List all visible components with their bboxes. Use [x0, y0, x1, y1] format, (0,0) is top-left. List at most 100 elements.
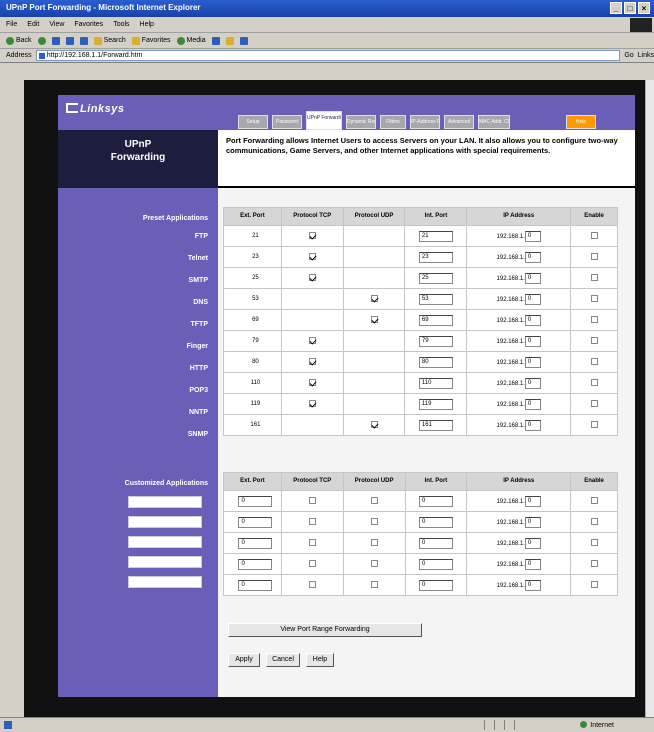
custom-app-name-input[interactable]	[128, 536, 202, 548]
tcp-checkbox[interactable]	[308, 517, 316, 525]
mail-button[interactable]	[225, 36, 234, 45]
ip-last-octet-input[interactable]: 0	[524, 293, 541, 305]
udp-checkbox[interactable]	[370, 538, 378, 546]
view-port-range-forwarding-button[interactable]: View Port Range Forwarding	[228, 623, 422, 637]
maximize-button[interactable]: □	[624, 2, 636, 14]
tcp-checkbox[interactable]	[308, 559, 316, 567]
int-port-input[interactable]: 110	[418, 377, 453, 389]
tab-ip-filter[interactable]: IP-Address Filter	[410, 115, 440, 129]
help-button[interactable]: Help	[306, 653, 334, 667]
menu-file[interactable]: File	[6, 21, 17, 28]
ip-last-octet-input[interactable]: 0	[524, 579, 541, 591]
tcp-checkbox[interactable]	[308, 399, 316, 407]
tab-mac-clone[interactable]: MAC Addr. Clone	[478, 115, 510, 129]
ip-last-octet-input[interactable]: 0	[524, 558, 541, 570]
enable-checkbox[interactable]	[590, 517, 598, 525]
tab-password[interactable]: Password	[272, 115, 302, 129]
vertical-scrollbar[interactable]	[645, 80, 654, 717]
ip-last-octet-input[interactable]: 0	[524, 230, 541, 242]
ip-last-octet-input[interactable]: 0	[524, 419, 541, 431]
udp-checkbox[interactable]	[370, 315, 378, 323]
udp-checkbox[interactable]	[370, 559, 378, 567]
ip-last-octet-input[interactable]: 0	[524, 335, 541, 347]
ext-port-input[interactable]: 0	[238, 558, 273, 570]
tab-advanced[interactable]: Advanced	[444, 115, 474, 129]
udp-checkbox[interactable]	[370, 420, 378, 428]
enable-checkbox[interactable]	[590, 399, 598, 407]
ip-last-octet-input[interactable]: 0	[524, 398, 541, 410]
tcp-checkbox[interactable]	[308, 538, 316, 546]
tab-upnp-forwarding[interactable]: UPnP Forwarding	[306, 111, 342, 130]
ip-last-octet-input[interactable]: 0	[524, 377, 541, 389]
cancel-button[interactable]: Cancel	[266, 653, 300, 667]
address-input[interactable]: http://192.168.1.1/Forward.htm	[35, 50, 621, 61]
enable-checkbox[interactable]	[590, 315, 598, 323]
ip-last-octet-input[interactable]: 0	[524, 356, 541, 368]
int-port-input[interactable]: 21	[418, 230, 453, 242]
tcp-checkbox[interactable]	[308, 378, 316, 386]
ext-port-input[interactable]: 0	[238, 579, 273, 591]
int-port-input[interactable]: 0	[418, 516, 453, 528]
menu-tools[interactable]: Tools	[113, 21, 129, 28]
tcp-checkbox[interactable]	[308, 357, 316, 365]
tab-dynamic-routing[interactable]: Dynamic Routing	[346, 115, 376, 129]
int-port-input[interactable]: 79	[418, 335, 453, 347]
ip-last-octet-input[interactable]: 0	[524, 251, 541, 263]
udp-checkbox[interactable]	[370, 294, 378, 302]
go-button[interactable]: Go	[624, 52, 633, 59]
int-port-input[interactable]: 53	[418, 293, 453, 305]
ip-last-octet-input[interactable]: 0	[524, 314, 541, 326]
ext-port-input[interactable]: 0	[238, 516, 273, 528]
udp-checkbox[interactable]	[370, 580, 378, 588]
stop-button[interactable]	[51, 36, 60, 45]
tab-help[interactable]: Help	[566, 115, 596, 129]
home-button[interactable]	[79, 36, 88, 45]
ip-last-octet-input[interactable]: 0	[524, 495, 541, 507]
custom-app-name-input[interactable]	[128, 576, 202, 588]
ip-last-octet-input[interactable]: 0	[524, 272, 541, 284]
forward-button[interactable]	[37, 36, 46, 45]
int-port-input[interactable]: 25	[418, 272, 453, 284]
ext-port-input[interactable]: 0	[238, 495, 273, 507]
int-port-input[interactable]: 0	[418, 579, 453, 591]
int-port-input[interactable]: 80	[418, 356, 453, 368]
udp-checkbox[interactable]	[370, 517, 378, 525]
enable-checkbox[interactable]	[590, 252, 598, 260]
tcp-checkbox[interactable]	[308, 252, 316, 260]
int-port-input[interactable]: 161	[418, 419, 453, 431]
enable-checkbox[interactable]	[590, 294, 598, 302]
int-port-input[interactable]: 69	[418, 314, 453, 326]
history-button[interactable]	[211, 36, 220, 45]
print-button[interactable]	[239, 36, 248, 45]
search-button[interactable]: Search	[93, 36, 126, 45]
custom-app-name-input[interactable]	[128, 496, 202, 508]
int-port-input[interactable]: 119	[418, 398, 453, 410]
tcp-checkbox[interactable]	[308, 273, 316, 281]
enable-checkbox[interactable]	[590, 538, 598, 546]
enable-checkbox[interactable]	[590, 496, 598, 504]
tab-filters[interactable]: Filters	[380, 115, 406, 129]
int-port-input[interactable]: 0	[418, 558, 453, 570]
int-port-input[interactable]: 0	[418, 495, 453, 507]
media-button[interactable]: Media	[176, 36, 206, 45]
enable-checkbox[interactable]	[590, 357, 598, 365]
enable-checkbox[interactable]	[590, 273, 598, 281]
close-button[interactable]: ×	[638, 2, 650, 14]
tcp-checkbox[interactable]	[308, 336, 316, 344]
refresh-button[interactable]	[65, 36, 74, 45]
custom-app-name-input[interactable]	[128, 516, 202, 528]
minimize-button[interactable]: _	[610, 2, 622, 14]
ip-last-octet-input[interactable]: 0	[524, 516, 541, 528]
back-button[interactable]: Back	[6, 36, 32, 45]
tcp-checkbox[interactable]	[308, 231, 316, 239]
apply-button[interactable]: Apply	[228, 653, 260, 667]
enable-checkbox[interactable]	[590, 378, 598, 386]
int-port-input[interactable]: 23	[418, 251, 453, 263]
tab-setup[interactable]: Setup	[238, 115, 268, 129]
ip-last-octet-input[interactable]: 0	[524, 537, 541, 549]
udp-checkbox[interactable]	[370, 496, 378, 504]
menu-favorites[interactable]: Favorites	[74, 21, 103, 28]
menu-help[interactable]: Help	[140, 21, 154, 28]
enable-checkbox[interactable]	[590, 336, 598, 344]
custom-app-name-input[interactable]	[128, 556, 202, 568]
